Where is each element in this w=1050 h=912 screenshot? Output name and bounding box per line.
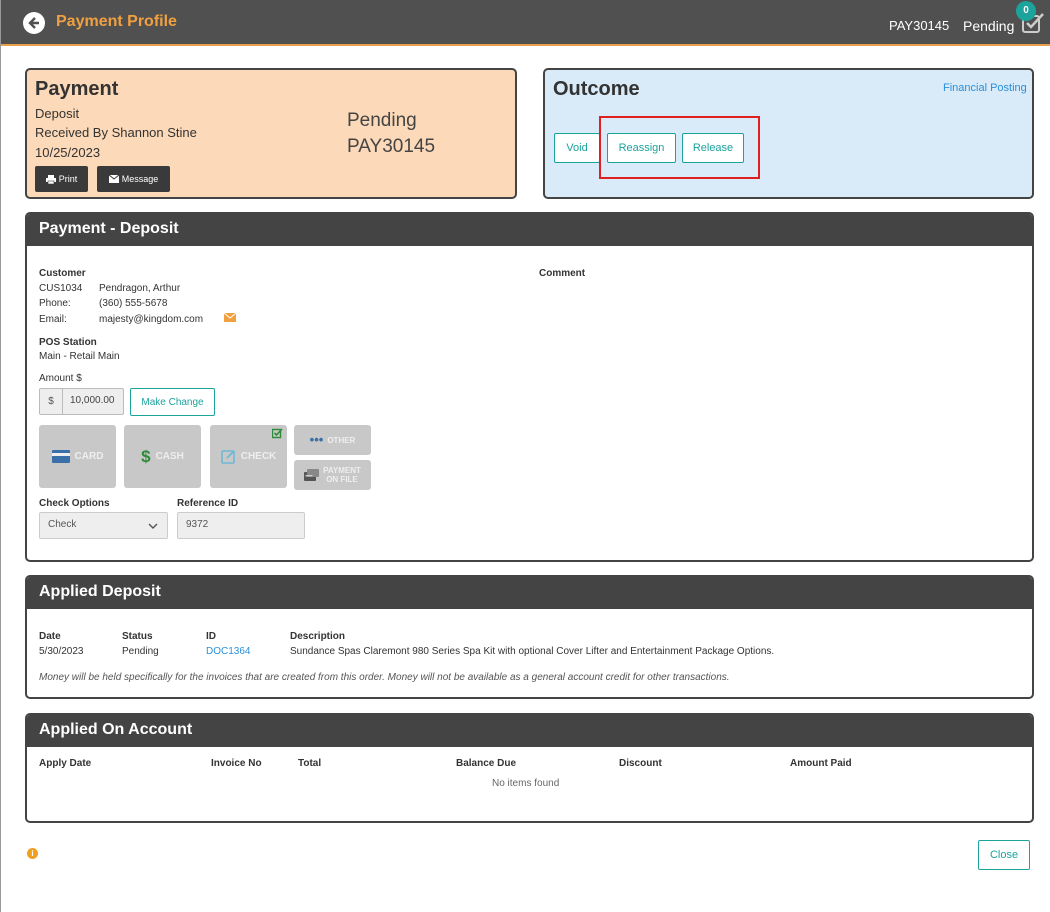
check-label: CHECK	[240, 451, 277, 462]
credit-card-icon	[51, 450, 70, 463]
print-label: Print	[58, 174, 78, 184]
payment-deposit-panel: Payment - Deposit Customer CUS1034 Pendr…	[25, 212, 1034, 562]
card-tile[interactable]: CARD	[39, 425, 116, 488]
reference-id-value: 9372	[186, 519, 209, 530]
check-options-label: Check Options	[39, 498, 110, 509]
amount-value: 10,000.00	[70, 395, 115, 406]
check-edit-icon	[220, 450, 235, 464]
financial-posting-link[interactable]: Financial Posting	[943, 82, 1027, 94]
payment-on-file-line2: ON FILE	[326, 475, 358, 484]
cash-tile[interactable]: $ CASH	[124, 425, 201, 488]
column-header-apply-date: Apply Date	[39, 758, 92, 769]
close-button[interactable]: Close	[978, 840, 1030, 870]
deposit-document-link[interactable]: DOC1364	[206, 646, 250, 657]
received-by: Received By Shannon Stine	[35, 125, 197, 140]
pos-station-value: Main - Retail Main	[39, 351, 120, 362]
check-tile[interactable]: CHECK	[210, 425, 287, 488]
highlight-box	[599, 116, 760, 179]
comment-label: Comment	[539, 268, 586, 279]
deposit-description: Sundance Spas Claremont 980 Series Spa K…	[290, 646, 775, 657]
empty-table-message: No items found	[492, 778, 560, 789]
payment-heading: Payment	[35, 78, 119, 100]
column-header-id: ID	[206, 631, 216, 642]
payment-type: Deposit	[35, 106, 80, 121]
payment-id: PAY30145	[347, 136, 436, 157]
phone-label: Phone:	[39, 298, 71, 309]
top-bar: Payment Profile PAY30145 Pending 0	[1, 0, 1050, 46]
header-status: Pending	[963, 18, 1015, 34]
cards-icon	[304, 469, 320, 481]
email-value: majesty@kingdom.com	[99, 314, 204, 325]
printer-icon	[45, 174, 56, 184]
void-button[interactable]: Void	[554, 133, 600, 163]
payment-deposit-heading: Payment - Deposit	[27, 214, 1032, 246]
outcome-heading: Outcome	[553, 78, 640, 100]
reference-id-input[interactable]: 9372	[177, 512, 305, 539]
outcome-card: Outcome Financial Posting Void Reassign …	[543, 68, 1034, 199]
applied-deposit-heading: Applied Deposit	[27, 577, 1032, 609]
customer-label: Customer	[39, 268, 86, 279]
deposit-note: Money will be held specifically for the …	[39, 672, 730, 683]
phone-value: (360) 555-5678	[99, 298, 168, 309]
header-payment-id: PAY30145	[889, 18, 950, 33]
amount-input[interactable]: $ 10,000.00	[39, 388, 124, 415]
chevron-down-icon	[148, 523, 158, 529]
envelope-icon	[108, 175, 119, 183]
column-header-balance-due: Balance Due	[456, 758, 517, 769]
check-options-select[interactable]: Check	[39, 512, 168, 539]
cash-label: CASH	[155, 451, 184, 462]
payment-date: 10/25/2023	[35, 145, 101, 160]
print-button[interactable]: Print	[35, 166, 88, 192]
dollar-icon: $	[141, 446, 151, 466]
email-label: Email:	[39, 314, 67, 325]
message-label: Message	[121, 174, 159, 184]
column-header-description: Description	[290, 631, 346, 642]
payment-summary-card: Payment Deposit Received By Shannon Stin…	[25, 68, 517, 199]
other-tile[interactable]: ••• OTHER	[294, 425, 371, 455]
page-title: Payment Profile	[56, 13, 177, 30]
email-envelope-icon[interactable]	[223, 312, 237, 325]
customer-id: CUS1034	[39, 283, 83, 294]
message-button[interactable]: Message	[97, 166, 170, 192]
card-label: CARD	[74, 451, 104, 462]
customer-name: Pendragon, Arthur	[99, 283, 181, 294]
column-header-date: Date	[39, 631, 61, 642]
reference-id-label: Reference ID	[177, 498, 239, 509]
column-header-amount-paid: Amount Paid	[790, 758, 852, 769]
deposit-date: 5/30/2023	[39, 646, 84, 657]
back-arrow-icon[interactable]	[23, 12, 45, 34]
column-header-invoice-no: Invoice No	[211, 758, 262, 769]
payment-on-file-label: PAYMENT ON FILE	[323, 466, 361, 484]
check-options-value: Check	[48, 519, 77, 530]
payment-status: Pending	[347, 110, 417, 131]
make-change-button[interactable]: Make Change	[130, 388, 215, 416]
applied-on-account-heading: Applied On Account	[27, 715, 1032, 747]
column-header-status: Status	[122, 631, 153, 642]
payment-on-file-line1: PAYMENT	[323, 466, 361, 475]
amount-label: Amount $	[39, 373, 82, 384]
column-header-total: Total	[298, 758, 322, 769]
amount-currency-prefix: $	[40, 389, 63, 414]
column-header-discount: Discount	[619, 758, 662, 769]
info-icon[interactable]: i	[27, 848, 38, 859]
applied-on-account-panel: Applied On Account Apply Date Invoice No…	[25, 713, 1034, 823]
payment-on-file-tile[interactable]: PAYMENT ON FILE	[294, 460, 371, 490]
selected-check-icon	[272, 428, 283, 439]
applied-deposit-panel: Applied Deposit Date Status ID Descripti…	[25, 575, 1034, 699]
task-count-badge: 0	[1016, 1, 1036, 21]
other-label: OTHER	[327, 435, 356, 445]
deposit-status: Pending	[122, 646, 159, 657]
ellipsis-icon: •••	[309, 432, 324, 447]
pos-station-label: POS Station	[39, 337, 97, 348]
